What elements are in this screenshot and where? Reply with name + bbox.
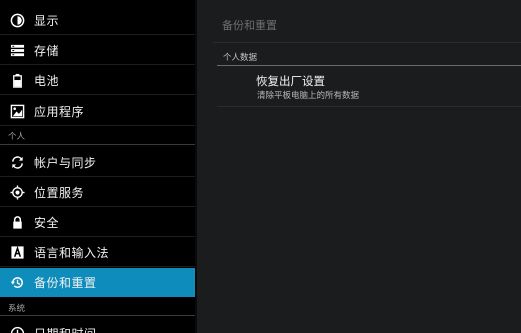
settings-detail-pane: 备份和重置 个人数据 恢复出厂设置 清除平板电脑上的所有数据 xyxy=(197,0,521,333)
sidebar-item-location[interactable]: 位置服务 xyxy=(0,178,195,207)
keyboard-a-icon xyxy=(10,245,25,260)
sidebar-item-date-time[interactable]: 日期和时间 xyxy=(0,319,195,333)
sidebar-item-security[interactable]: 安全 xyxy=(0,208,195,237)
section-header-personal-data: 个人数据 xyxy=(223,53,258,63)
sidebar-item-battery[interactable]: 电池 xyxy=(0,66,195,95)
factory-reset-title: 恢复出厂设置 xyxy=(256,74,325,88)
section-header-system: 系统 xyxy=(8,304,26,314)
apps-icon xyxy=(10,104,25,119)
sidebar-item-label: 语言和输入法 xyxy=(34,245,110,260)
clock-icon xyxy=(10,326,25,333)
sidebar-item-label: 日期和时间 xyxy=(34,325,97,333)
sidebar-item-apps[interactable]: 应用程序 xyxy=(0,97,195,126)
sidebar-item-label: 电池 xyxy=(34,73,60,88)
battery-icon xyxy=(10,73,25,88)
section-header-personal: 个人 xyxy=(8,132,26,142)
sync-icon xyxy=(10,155,25,170)
sidebar-item-storage[interactable]: 存储 xyxy=(0,36,195,65)
item-divider xyxy=(217,106,521,107)
sidebar-item-label: 备份和重置 xyxy=(34,275,97,290)
sidebar-item-label: 显示 xyxy=(34,13,60,28)
sidebar-item-label: 位置服务 xyxy=(34,185,85,200)
factory-reset-summary: 清除平板电脑上的所有数据 xyxy=(257,91,360,101)
factory-reset-item[interactable]: 恢复出厂设置 清除平板电脑上的所有数据 xyxy=(217,66,521,106)
sidebar-item-display[interactable]: 显示 xyxy=(0,6,195,35)
location-icon xyxy=(10,184,25,200)
backup-restore-icon xyxy=(10,275,25,290)
lock-icon xyxy=(10,215,25,230)
sidebar-item-backup-reset[interactable]: 备份和重置 xyxy=(0,268,195,297)
sidebar-item-label: 应用程序 xyxy=(34,104,85,119)
section-divider xyxy=(0,315,195,316)
sidebar-item-label: 帐户与同步 xyxy=(34,155,97,170)
storage-icon xyxy=(10,43,25,58)
sidebar-item-accounts-sync[interactable]: 帐户与同步 xyxy=(0,148,195,177)
sidebar-item-label: 安全 xyxy=(34,215,60,230)
section-divider xyxy=(0,144,195,145)
sidebar-item-label: 存储 xyxy=(34,43,60,58)
header-divider xyxy=(213,42,521,43)
page-title: 备份和重置 xyxy=(222,19,277,32)
sidebar-item-language-input[interactable]: 语言和输入法 xyxy=(0,238,195,267)
settings-sidebar: 显示 存储 电池 应用程序 个人 帐户与同步 位置服务 安全 语言和输入法 备份… xyxy=(0,0,195,333)
brightness-icon xyxy=(10,13,25,28)
